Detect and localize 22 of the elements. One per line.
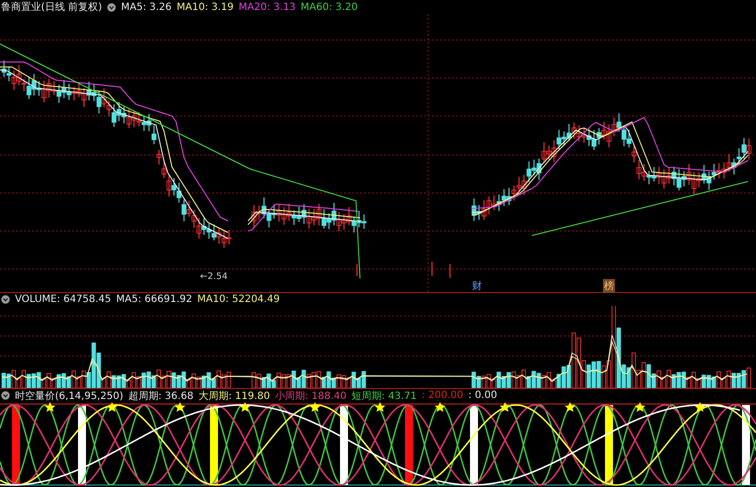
indicator-value: MA60: 3.20 <box>300 2 358 12</box>
indicator-value: 超周期: 36.68 <box>128 390 194 402</box>
chart-title: 鲁商置业(日线 前复权) <box>1 0 102 14</box>
settings-icon[interactable] <box>1 295 10 304</box>
indicator-value: MA5: 3.26 <box>120 2 172 12</box>
indicator-value: MA10: 3.19 <box>176 2 234 12</box>
indicator-value: : 200.00 <box>422 390 464 401</box>
event-marker[interactable]: 榜 <box>603 279 615 293</box>
indicator-value: : 0.00 <box>468 390 498 401</box>
indicator-value: MA20: 3.13 <box>238 2 296 12</box>
indicator-value: 小周期: 188.40 <box>274 390 347 402</box>
low-price-label: ←2.54 <box>200 272 228 282</box>
indicator-value: MA10: 52204.49 <box>197 294 280 305</box>
indicator-value: VOLUME: 64758.45 <box>15 294 112 305</box>
settings-icon[interactable] <box>106 2 116 12</box>
indicator-value: 大周期: 119.80 <box>198 390 270 402</box>
indicator-value: 短周期: 43.71 <box>352 390 417 402</box>
settings-icon[interactable] <box>1 391 10 400</box>
candle-wick <box>356 264 358 276</box>
event-marker[interactable]: 财 <box>471 279 483 293</box>
indicator-title: 时空量价(6,14,95,250) <box>15 390 124 402</box>
indicator-value: MA5: 66691.92 <box>116 294 192 305</box>
